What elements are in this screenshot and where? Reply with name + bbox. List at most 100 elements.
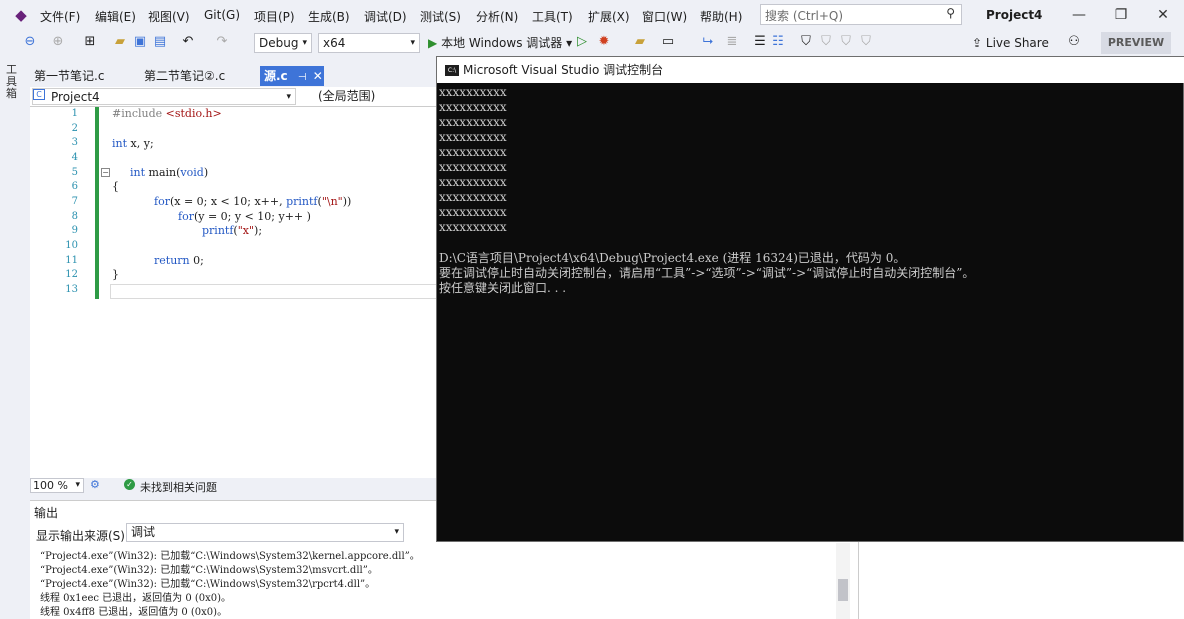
- project-combo[interactable]: Project4 ▾: [32, 88, 296, 105]
- tab-note-1[interactable]: 第一节笔记.c: [30, 66, 108, 86]
- output-scrollbar[interactable]: [836, 543, 850, 619]
- feedback-icon[interactable]: ⚇: [1066, 34, 1082, 50]
- share-icon: ⇪: [972, 36, 983, 50]
- run-debugger-button[interactable]: ▶ 本地 Windows 调试器 ▾: [428, 34, 572, 51]
- menu-file[interactable]: 文件(F): [40, 8, 80, 25]
- config-select[interactable]: Debug ▾: [254, 33, 312, 53]
- debug-console-window[interactable]: Microsoft Visual Studio 调试控制台 C:\ xxxxxx…: [436, 56, 1184, 542]
- undo-icon[interactable]: ↶: [180, 34, 196, 50]
- bookmark-icon[interactable]: ⛉: [798, 34, 814, 50]
- folder-icon[interactable]: ▰: [632, 34, 648, 50]
- zoom-select[interactable]: 100 % ▾: [30, 478, 84, 493]
- play-icon: ▶: [428, 36, 438, 50]
- project-combo-label: Project4: [51, 90, 100, 104]
- minimize-icon[interactable]: —: [1064, 4, 1094, 26]
- check-icon: ✓: [124, 479, 135, 490]
- code-editor[interactable]: 1 2 3 4 5 6 7 8 9 10 11 12 13 − #include…: [30, 107, 438, 478]
- collapse-icon[interactable]: −: [101, 168, 110, 177]
- code-health-icon[interactable]: ⚙: [90, 478, 100, 491]
- menu-git[interactable]: Git(G): [204, 8, 240, 22]
- code-line-11: return 0;: [154, 254, 204, 267]
- scrollbar-thumb[interactable]: [838, 579, 848, 601]
- code-line-1: #include <stdio.h>: [112, 107, 222, 120]
- save-all-icon[interactable]: ▤: [152, 34, 168, 50]
- window-layout-icon[interactable]: ▭: [660, 34, 676, 50]
- menu-debug[interactable]: 调试(D): [364, 8, 407, 25]
- navigation-bar: Project4 ▾ C (全局范围): [30, 87, 438, 107]
- line-number-gutter: 1 2 3 4 5 6 7 8 9 10 11 12 13: [30, 107, 94, 478]
- output-source-value: 调试: [131, 525, 156, 539]
- preview-button[interactable]: PREVIEW: [1101, 32, 1171, 54]
- menu-test[interactable]: 测试(S): [420, 8, 461, 25]
- restore-icon[interactable]: ❐: [1106, 4, 1136, 26]
- menu-project[interactable]: 项目(P): [254, 8, 295, 25]
- output-source-label: 显示输出来源(S):: [36, 529, 130, 543]
- tab-source-active[interactable]: 源.c ⊣ ✕: [260, 66, 324, 86]
- chevron-down-icon: ▾: [75, 480, 80, 490]
- console-exit-line: D:\C语言项目\Project4\x64\Debug\Project4.exe…: [439, 251, 906, 265]
- close-icon[interactable]: ✕: [1148, 4, 1178, 26]
- visual-studio-logo-icon: ◆: [15, 6, 27, 24]
- scope-combo[interactable]: (全局范围): [300, 88, 436, 105]
- console-icon: C:\: [445, 65, 459, 76]
- console-titlebar[interactable]: Microsoft Visual Studio 调试控制台: [437, 57, 1184, 83]
- menu-tools[interactable]: 工具(T): [532, 8, 573, 25]
- menu-window[interactable]: 窗口(W): [642, 8, 687, 25]
- prev-bookmark-icon[interactable]: ⛉: [818, 34, 834, 50]
- comment-icon[interactable]: ☰: [752, 34, 768, 50]
- new-project-icon[interactable]: ⊞: [82, 34, 98, 50]
- code-line-12: }: [112, 268, 119, 281]
- line-number: 9: [71, 225, 78, 236]
- toolbox-tab[interactable]: 工具箱: [6, 64, 20, 100]
- console-line: xxxxxxxxxx: [439, 100, 507, 114]
- save-icon[interactable]: ▣: [132, 34, 148, 50]
- hot-reload-icon[interactable]: ✹: [596, 34, 612, 50]
- console-line: xxxxxxxxxx: [439, 190, 507, 204]
- search-input[interactable]: 搜索 (Ctrl+Q) ⚲: [760, 4, 962, 25]
- document-tabs: 第一节笔记.c 第二节笔记②.c 源.c ⊣ ✕: [28, 66, 438, 86]
- output-source-select[interactable]: 调试 ▾: [126, 523, 404, 542]
- clear-bookmarks-icon[interactable]: ⛉: [858, 34, 874, 50]
- line-number: 13: [65, 284, 78, 295]
- menu-build[interactable]: 生成(B): [308, 8, 350, 25]
- tab-note-2[interactable]: 第二节笔记②.c: [140, 66, 229, 86]
- editor-status-bar: 100 % ▾ ⚙ ✓ 未找到相关问题: [30, 478, 438, 494]
- search-icon[interactable]: ⚲: [946, 6, 955, 20]
- redo-icon[interactable]: ↷: [214, 34, 230, 50]
- line-number: 5: [71, 167, 78, 178]
- uncomment-icon[interactable]: ☷: [770, 34, 786, 50]
- open-folder-icon[interactable]: ▰: [112, 34, 128, 50]
- line-number: 4: [71, 152, 78, 163]
- line-number: 3: [71, 137, 78, 148]
- menu-help[interactable]: 帮助(H): [700, 8, 742, 25]
- tab-source-label: 源.c: [264, 69, 288, 83]
- menu-extensions[interactable]: 扩展(X): [588, 8, 630, 25]
- next-bookmark-icon[interactable]: ⛉: [838, 34, 854, 50]
- forward-icon[interactable]: ⊕: [50, 34, 66, 50]
- platform-select[interactable]: x64 ▾: [318, 33, 420, 53]
- console-line: xxxxxxxxxx: [439, 85, 507, 99]
- line-number: 8: [71, 211, 78, 222]
- zoom-value: 100 %: [33, 479, 68, 492]
- output-panel-title: 输出: [34, 506, 59, 520]
- format-icon[interactable]: ≣: [724, 34, 740, 50]
- console-line: xxxxxxxxxx: [439, 205, 507, 219]
- change-indicator-bar: [95, 107, 99, 299]
- menu-edit[interactable]: 编辑(E): [95, 8, 136, 25]
- issues-status-text[interactable]: 未找到相关问题: [140, 479, 217, 495]
- window-project-title: Project4: [986, 8, 1043, 22]
- start-without-debug-icon[interactable]: ▷: [574, 34, 590, 50]
- menu-view[interactable]: 视图(V): [148, 8, 190, 25]
- pin-icon[interactable]: ⊣: [298, 72, 307, 83]
- tab-close-icon[interactable]: ✕: [313, 69, 323, 83]
- chevron-down-icon: ▾: [410, 38, 415, 48]
- console-line: xxxxxxxxxx: [439, 160, 507, 174]
- code-line-5: int main(void): [130, 166, 209, 179]
- output-line: “Project4.exe”(Win32): 已加载“C:\Windows\Sy…: [40, 579, 376, 590]
- step-icon[interactable]: ⮡: [700, 34, 716, 50]
- back-icon[interactable]: ⊖: [22, 34, 38, 50]
- menu-analyze[interactable]: 分析(N): [476, 8, 518, 25]
- live-share-button[interactable]: ⇪ Live Share: [972, 36, 1049, 50]
- console-line: xxxxxxxxxx: [439, 130, 507, 144]
- console-title: Microsoft Visual Studio 调试控制台: [463, 63, 664, 77]
